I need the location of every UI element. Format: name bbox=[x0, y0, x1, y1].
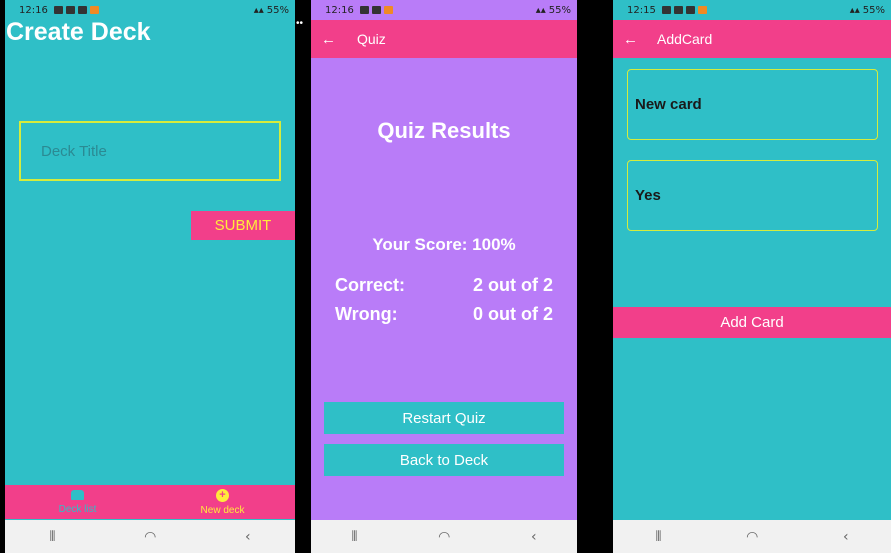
app-bar: ← Quiz bbox=[311, 20, 577, 58]
system-nav-bar: ⦀ ◠ ‹ bbox=[311, 520, 577, 553]
back-arrow-icon[interactable]: ← bbox=[623, 31, 643, 48]
plus-circle-icon: + bbox=[216, 488, 229, 502]
submit-button[interactable]: SUBMIT bbox=[191, 211, 295, 240]
app-icon bbox=[371, 6, 381, 14]
battery-level: 55% bbox=[548, 4, 571, 16]
tab-deck-list-label: Deck list bbox=[58, 503, 97, 515]
signal-icon: ▴▴ bbox=[535, 4, 546, 16]
answer-input[interactable]: Yes bbox=[627, 160, 878, 231]
deck-title-input[interactable]: Deck Title bbox=[19, 121, 281, 181]
restart-quiz-button[interactable]: Restart Quiz bbox=[324, 402, 564, 434]
status-time: 12:15 bbox=[627, 4, 656, 16]
notification-icon bbox=[89, 6, 99, 14]
score-text: Your Score: 100% bbox=[372, 235, 516, 254]
app-icon bbox=[65, 6, 75, 14]
image-icon bbox=[77, 6, 87, 14]
create-deck-screen: 12:16 ▴▴ 55% Create Deck Deck Title SUBM… bbox=[5, 0, 295, 553]
wrong-label: Wrong: bbox=[335, 304, 398, 324]
recents-icon[interactable]: ⦀ bbox=[49, 529, 55, 545]
battery-level: 55% bbox=[266, 4, 289, 16]
home-icon[interactable]: ◠ bbox=[144, 529, 156, 545]
back-arrow-icon[interactable]: ← bbox=[321, 31, 341, 48]
status-bar: 12:16 ▴▴ 55% bbox=[5, 0, 295, 20]
signal-icon: ▴▴ bbox=[849, 4, 860, 16]
message-icon bbox=[661, 6, 671, 14]
notification-icon bbox=[383, 6, 393, 14]
status-bar: 12:16 ▴▴ 55% bbox=[311, 0, 577, 20]
results-title: Quiz Results bbox=[377, 118, 511, 143]
correct-value: 2 out of 2 bbox=[473, 275, 553, 295]
image-icon bbox=[685, 6, 695, 14]
quiz-results-screen: 12:16 ▴▴ 55% ← Quiz Quiz Results Your Sc… bbox=[311, 0, 577, 553]
status-time: 12:16 bbox=[325, 4, 354, 16]
tab-deck-list[interactable]: Deck list bbox=[5, 485, 150, 519]
app-bar-title: Quiz bbox=[357, 31, 386, 47]
recents-icon[interactable]: ⦀ bbox=[351, 529, 357, 545]
question-input[interactable]: New card bbox=[627, 69, 878, 140]
message-icon bbox=[359, 6, 369, 14]
tab-new-deck[interactable]: + New deck bbox=[150, 485, 295, 519]
back-nav-icon[interactable]: ‹ bbox=[843, 529, 849, 545]
system-nav-bar: ⦀ ◠ ‹ bbox=[613, 520, 891, 553]
deck-icon bbox=[71, 489, 84, 500]
bottom-tab-bar: Deck list + New deck bbox=[5, 485, 295, 519]
status-time: 12:16 bbox=[19, 4, 48, 16]
notification-icon bbox=[697, 6, 707, 14]
add-card-screen: 12:15 ▴▴ 55% ← AddCard New card Yes Add … bbox=[613, 0, 891, 553]
app-icon bbox=[673, 6, 683, 14]
wrong-value: 0 out of 2 bbox=[473, 304, 553, 324]
add-card-button[interactable]: Add Card bbox=[613, 307, 891, 338]
recents-icon[interactable]: ⦀ bbox=[655, 529, 661, 545]
home-icon[interactable]: ◠ bbox=[438, 529, 450, 545]
page-title: Create Deck bbox=[6, 18, 151, 46]
battery-level: 55% bbox=[862, 4, 885, 16]
app-bar-title: AddCard bbox=[657, 31, 713, 47]
system-nav-bar: ⦀ ◠ ‹ bbox=[5, 520, 295, 553]
back-nav-icon[interactable]: ‹ bbox=[531, 529, 537, 545]
back-to-deck-button[interactable]: Back to Deck bbox=[324, 444, 564, 476]
separator-dots: •• bbox=[296, 18, 304, 29]
home-icon[interactable]: ◠ bbox=[746, 529, 758, 545]
signal-icon: ▴▴ bbox=[253, 4, 264, 16]
back-nav-icon[interactable]: ‹ bbox=[245, 529, 251, 545]
status-bar: 12:15 ▴▴ 55% bbox=[613, 0, 891, 20]
message-icon bbox=[53, 6, 63, 14]
app-bar: ← AddCard bbox=[613, 20, 891, 58]
wrong-row: Wrong: 0 out of 2 bbox=[335, 304, 553, 325]
correct-label: Correct: bbox=[335, 275, 406, 295]
tab-new-deck-label: New deck bbox=[200, 504, 245, 516]
correct-row: Correct: 2 out of 2 bbox=[335, 275, 553, 296]
